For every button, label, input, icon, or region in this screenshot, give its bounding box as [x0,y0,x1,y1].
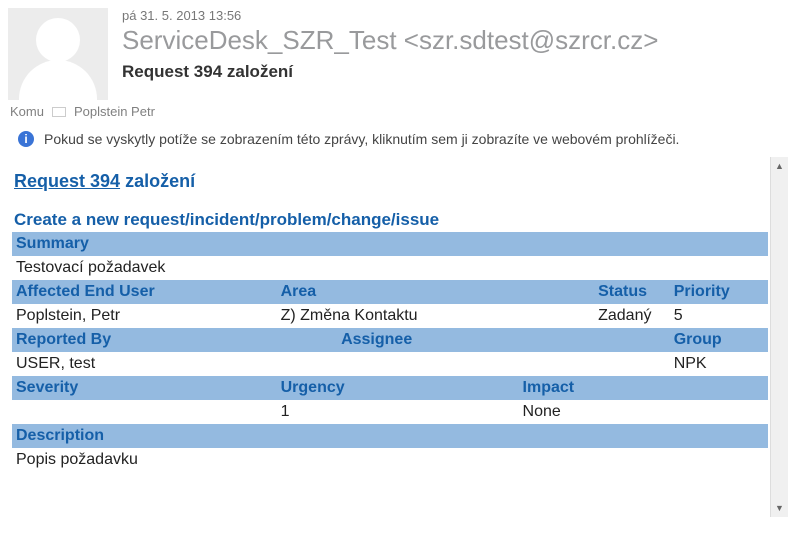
message-subject: Request 394 založení [122,62,658,82]
recipients-row: Komu Poplstein Petr [0,100,798,125]
label-severity: Severity [12,376,277,400]
message-body: Request 394 založení Create a new reques… [10,157,770,517]
scrollbar[interactable]: ▲ ▼ [770,157,788,517]
value-summary: Testovací požadavek [12,256,768,280]
sender-name: ServiceDesk_SZR_Test <szr.sdtest@szrcr.c… [122,25,658,56]
label-reported-by: Reported By [12,328,337,352]
scroll-down-icon[interactable]: ▼ [771,499,788,517]
message-header: pá 31. 5. 2013 13:56 ServiceDesk_SZR_Tes… [0,0,798,100]
timestamp: pá 31. 5. 2013 13:56 [122,8,658,23]
body-title-rest: založení [120,171,195,191]
scroll-up-icon[interactable]: ▲ [771,157,788,175]
recipients-value: Poplstein Petr [74,104,155,119]
label-area: Area [277,280,595,304]
info-bar[interactable]: i Pokud se vyskytly potíže se zobrazením… [0,125,798,157]
value-group: NPK [670,352,768,376]
info-icon: i [18,131,34,147]
label-impact: Impact [519,376,768,400]
label-group: Group [670,328,768,352]
label-summary: Summary [12,232,768,256]
value-description: Popis požadavku [12,448,768,472]
value-status: Zadaný [594,304,670,328]
label-status: Status [594,280,670,304]
info-bar-text[interactable]: Pokud se vyskytly potíže se zobrazením t… [44,131,679,147]
label-description: Description [12,424,768,448]
label-affected-end-user: Affected End User [12,280,277,304]
value-assignee [337,352,670,376]
request-link[interactable]: Request 394 [14,171,120,191]
label-priority: Priority [670,280,768,304]
value-affected-end-user: Poplstein, Petr [12,304,277,328]
label-assignee: Assignee [337,328,670,352]
body-title: Request 394 založení [12,171,768,192]
section-heading: Create a new request/incident/problem/ch… [12,210,768,230]
contact-icon [52,107,66,117]
value-reported-by: USER, test [12,352,337,376]
message-body-frame: Request 394 založení Create a new reques… [10,157,788,517]
value-severity [12,400,277,424]
header-meta: pá 31. 5. 2013 13:56 ServiceDesk_SZR_Tes… [108,8,658,82]
recipients-label: Komu [10,104,44,119]
request-table: Summary Testovací požadavek Affected End… [12,232,768,472]
label-urgency: Urgency [277,376,519,400]
value-impact: None [519,400,768,424]
value-priority: 5 [670,304,768,328]
avatar [8,8,108,100]
value-urgency: 1 [277,400,519,424]
value-area: Z) Změna Kontaktu [277,304,595,328]
